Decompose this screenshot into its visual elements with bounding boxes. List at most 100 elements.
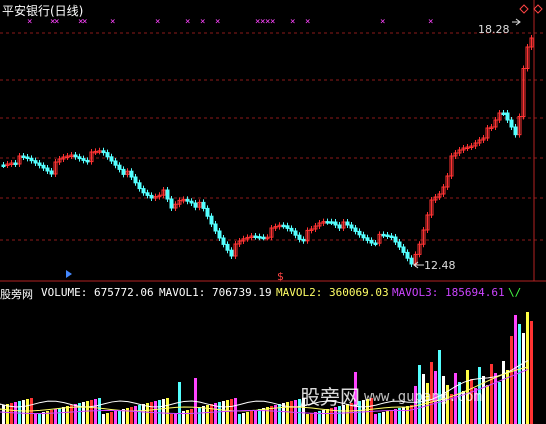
- volume-corner-mark: \/: [508, 286, 522, 299]
- candle-body: [217, 230, 222, 239]
- volume-bar: [310, 413, 313, 424]
- candle-body: [301, 238, 306, 242]
- volume-bar: [530, 321, 533, 424]
- dollar-marker: $: [277, 270, 284, 283]
- candle-body: [169, 198, 174, 209]
- volume-bar: [50, 410, 53, 424]
- volume-bar: [190, 409, 193, 424]
- volume-bar: [498, 382, 501, 424]
- candle-body: [85, 159, 90, 163]
- candle-body: [501, 112, 506, 115]
- volume-bar: [438, 350, 441, 424]
- volume-panel-name: 股旁网: [0, 288, 33, 301]
- candle-body: [77, 156, 82, 160]
- volume-bar: [110, 412, 113, 424]
- volume-bar: [278, 404, 281, 424]
- candle-body: [201, 201, 206, 209]
- candle-body: [297, 234, 302, 240]
- candle-body: [369, 239, 374, 244]
- volume-bar: [494, 373, 497, 424]
- volume-bar: [66, 406, 69, 424]
- candle-body: [185, 198, 190, 202]
- diamond-icon: [519, 4, 529, 14]
- candle-body: [133, 176, 138, 184]
- candle-body: [21, 155, 26, 158]
- mavol2-value: MAVOL2: 360069.03: [276, 286, 389, 299]
- candle-body: [45, 167, 50, 172]
- candle-body: [149, 194, 154, 199]
- high-arrow-icon: [512, 18, 521, 26]
- candle-body: [365, 237, 370, 241]
- candle-body: [361, 234, 366, 239]
- volume-bar: [378, 413, 381, 424]
- candle-body: [29, 157, 34, 162]
- candle-body: [389, 235, 394, 238]
- candle-body: [329, 221, 334, 224]
- volume-bar: [82, 402, 85, 424]
- candle-body: [261, 236, 266, 240]
- candle-body: [117, 164, 122, 170]
- candle-body: [253, 235, 258, 238]
- volume-bar: [198, 407, 201, 424]
- volume-bar: [62, 407, 65, 424]
- volume-bar: [322, 410, 325, 424]
- volume-bar: [410, 405, 413, 424]
- volume-bar: [162, 399, 165, 424]
- candle-body: [325, 221, 330, 224]
- volume-bar: [242, 413, 245, 424]
- candle-body: [165, 189, 170, 200]
- candle-body: [193, 202, 198, 208]
- volume-bar: [86, 401, 89, 424]
- volume-bar: [286, 402, 289, 424]
- volume-bar: [6, 404, 9, 424]
- volume-bar: [250, 411, 253, 424]
- low-price-label: 12.48: [424, 259, 456, 272]
- candle-body: [225, 243, 230, 251]
- volume-bar: [226, 400, 229, 424]
- volume-bar: [222, 401, 225, 424]
- volume-bar: [102, 414, 105, 424]
- volume-bar: [490, 364, 493, 424]
- volume-bar: [306, 414, 309, 424]
- candle-body: [345, 221, 350, 226]
- volume-bar: [134, 406, 137, 424]
- volume-bar: [38, 413, 41, 424]
- volume-bar: [502, 361, 505, 424]
- candle-body: [109, 156, 114, 162]
- volume-bar: [390, 410, 393, 424]
- watermark-url: www.gupang.com: [364, 389, 483, 405]
- candle-body: [257, 236, 262, 239]
- volume-bar: [18, 401, 21, 424]
- candle-body: [25, 156, 30, 159]
- candle-body: [141, 188, 146, 194]
- x-marker: ×: [215, 17, 220, 27]
- candle-body: [285, 225, 290, 229]
- candle-body: [221, 237, 226, 245]
- x-marker: ×: [270, 17, 275, 27]
- candle-body: [381, 233, 386, 237]
- candle-body: [33, 160, 38, 164]
- volume-bar: [514, 315, 517, 424]
- volume-bar: [58, 408, 61, 424]
- volume-bar: [182, 411, 185, 424]
- candle-body: [105, 152, 110, 158]
- volume-bar: [138, 405, 141, 424]
- candle-body: [137, 182, 142, 190]
- candle-body: [397, 241, 402, 248]
- candle-body: [121, 168, 126, 175]
- volume-bar: [106, 413, 109, 424]
- volume-bar: [22, 400, 25, 424]
- candle-body: [229, 249, 234, 257]
- candle-body: [385, 234, 390, 237]
- watermark-cn: 股旁网: [300, 385, 360, 409]
- candle-body: [373, 242, 378, 245]
- volume-bar: [210, 404, 213, 424]
- volume-bar: [90, 400, 93, 424]
- volume-bar: [486, 385, 489, 424]
- candle-body: [505, 112, 510, 121]
- x-marker: ×: [428, 17, 433, 27]
- volume-bar: [186, 410, 189, 424]
- high-price-label: 18.28: [478, 23, 510, 36]
- volume-bar: [118, 410, 121, 424]
- candle-body: [1, 164, 6, 167]
